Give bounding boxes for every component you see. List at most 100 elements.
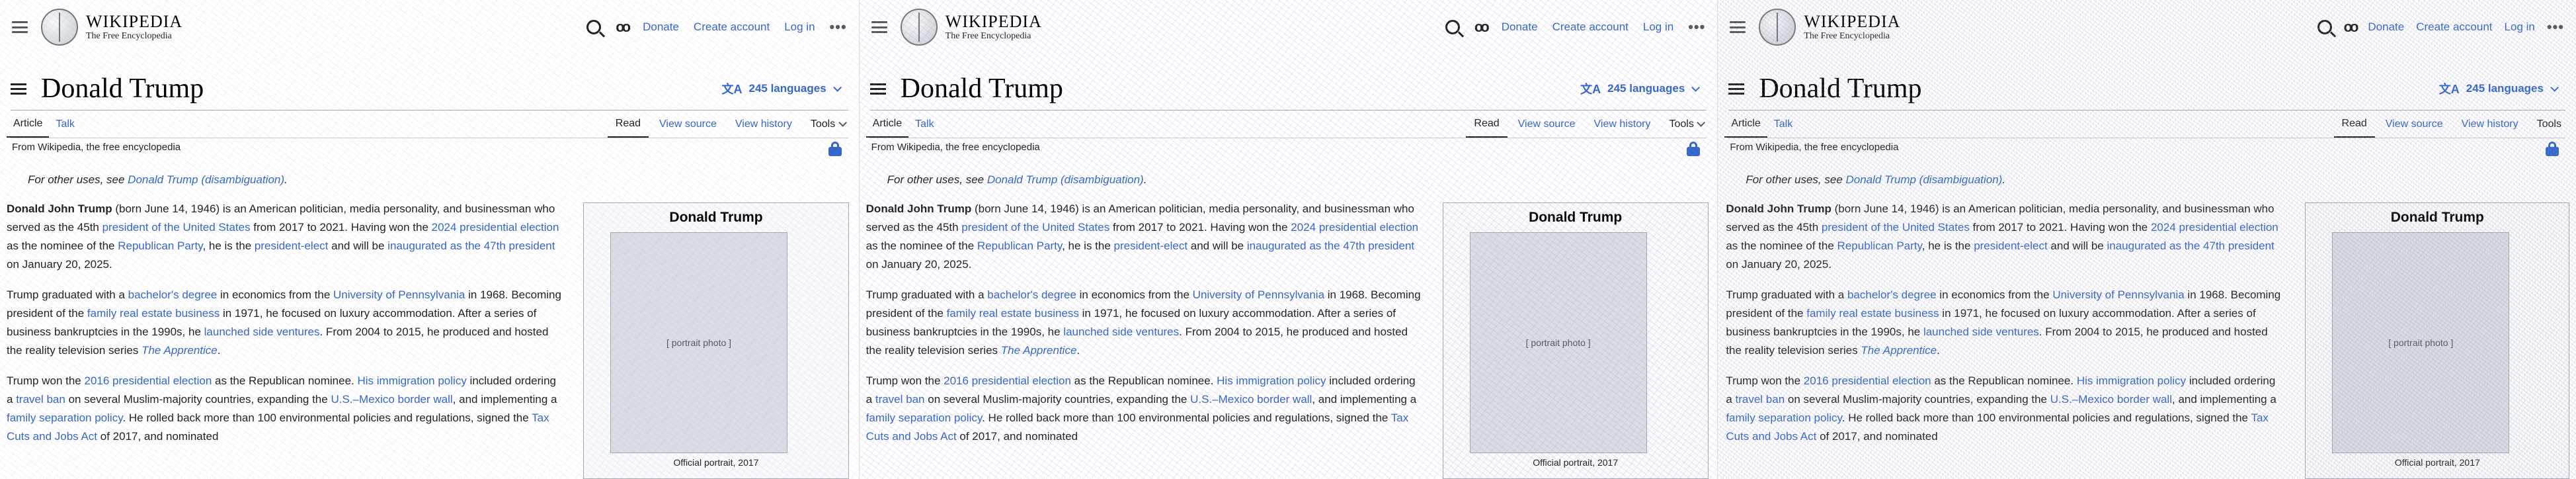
main-menu-icon[interactable]: [1730, 21, 1746, 33]
link-upenn[interactable]: University of Pennsylvania: [2052, 288, 2184, 301]
create-account-link[interactable]: Create account: [694, 21, 770, 34]
link-immigration-policy[interactable]: His immigration policy: [1217, 374, 1326, 387]
tab-view-history[interactable]: View history: [1586, 112, 1659, 137]
link-republican-party[interactable]: Republican Party: [1837, 240, 1922, 252]
link-the-apprentice[interactable]: The Apprentice: [1001, 344, 1077, 357]
link-president-elect[interactable]: president-elect: [1974, 240, 2048, 252]
wikipedia-globe-logo-icon[interactable]: [900, 9, 938, 46]
link-family-business[interactable]: family real estate business: [87, 307, 220, 320]
link-bachelors-degree[interactable]: bachelor's degree: [987, 288, 1076, 301]
link-the-apprentice[interactable]: The Apprentice: [1861, 344, 1937, 357]
portrait-image[interactable]: [ portrait photo ]: [610, 232, 787, 453]
link-republican-party[interactable]: Republican Party: [977, 240, 1062, 252]
tab-view-source[interactable]: View source: [651, 112, 725, 137]
language-button[interactable]: 文A 245 languages: [721, 80, 842, 97]
tab-read[interactable]: Read: [607, 111, 649, 138]
link-family-separation[interactable]: family separation policy: [866, 412, 982, 424]
login-link[interactable]: Log in: [1643, 21, 1673, 34]
link-family-business[interactable]: family real estate business: [1806, 307, 1939, 320]
tab-article[interactable]: Article: [7, 111, 50, 138]
search-icon[interactable]: [586, 20, 602, 34]
disambiguation-link[interactable]: Donald Trump (disambiguation): [987, 173, 1144, 186]
create-account-link[interactable]: Create account: [1552, 21, 1629, 34]
tab-read[interactable]: Read: [2333, 111, 2375, 138]
table-of-contents-icon[interactable]: [869, 83, 886, 95]
disambiguation-link[interactable]: Donald Trump (disambiguation): [128, 173, 284, 186]
donate-link[interactable]: Donate: [2368, 21, 2404, 34]
table-of-contents-icon[interactable]: [11, 83, 26, 95]
more-options-icon[interactable]: •••: [2547, 19, 2564, 36]
tab-article[interactable]: Article: [865, 111, 909, 138]
link-president-elect[interactable]: president-elect: [1114, 240, 1188, 252]
main-menu-icon[interactable]: [871, 21, 887, 33]
link-president-elect[interactable]: president-elect: [255, 240, 329, 252]
link-republican-party[interactable]: Republican Party: [118, 240, 202, 252]
link-travel-ban[interactable]: travel ban: [1736, 393, 1785, 406]
link-family-separation[interactable]: family separation policy: [7, 412, 122, 424]
link-2016-election[interactable]: 2016 presidential election: [944, 374, 1071, 387]
donate-link[interactable]: Donate: [643, 21, 679, 34]
tab-talk[interactable]: Talk: [49, 112, 81, 137]
link-bachelors-degree[interactable]: bachelor's degree: [1847, 288, 1937, 301]
language-button[interactable]: 文A 245 languages: [1580, 80, 1701, 97]
tools-menu[interactable]: Tools: [2529, 112, 2569, 137]
tools-menu[interactable]: Tools: [803, 112, 852, 137]
lock-icon[interactable]: [1687, 142, 1701, 156]
create-account-link[interactable]: Create account: [2416, 21, 2492, 34]
link-president-us[interactable]: president of the United States: [1822, 221, 1970, 234]
link-travel-ban[interactable]: travel ban: [16, 393, 65, 406]
link-2024-election[interactable]: 2024 presidential election: [2151, 221, 2278, 234]
search-icon[interactable]: [2317, 20, 2332, 34]
link-inauguration[interactable]: inaugurated as the 47th president: [2107, 240, 2274, 252]
lock-icon[interactable]: [2545, 142, 2559, 156]
wikipedia-wordmark[interactable]: WIKIPEDIA The Free Encyclopedia: [1804, 13, 1900, 42]
link-inauguration[interactable]: inaugurated as the 47th president: [1247, 240, 1414, 252]
link-side-ventures[interactable]: launched side ventures: [1923, 326, 2039, 338]
link-inauguration[interactable]: inaugurated as the 47th president: [387, 240, 555, 252]
wikipedia-globe-logo-icon[interactable]: [41, 9, 78, 46]
link-border-wall[interactable]: U.S.–Mexico border wall: [1190, 393, 1312, 406]
link-immigration-policy[interactable]: His immigration policy: [358, 374, 467, 387]
table-of-contents-icon[interactable]: [1728, 83, 1745, 95]
link-border-wall[interactable]: U.S.–Mexico border wall: [331, 393, 452, 406]
link-travel-ban[interactable]: travel ban: [875, 393, 925, 406]
wikipedia-wordmark[interactable]: WIKIPEDIA The Free Encyclopedia: [86, 13, 182, 42]
tab-view-history[interactable]: View history: [727, 112, 800, 137]
login-link[interactable]: Log in: [784, 21, 815, 34]
tab-talk[interactable]: Talk: [908, 112, 940, 137]
link-family-business[interactable]: family real estate business: [947, 307, 1079, 320]
link-2016-election[interactable]: 2016 presidential election: [84, 374, 212, 387]
tab-read[interactable]: Read: [1466, 111, 1508, 138]
tab-view-source[interactable]: View source: [1510, 112, 1584, 137]
more-options-icon[interactable]: •••: [1688, 19, 1705, 36]
portrait-image[interactable]: [ portrait photo ]: [2332, 232, 2510, 453]
tab-view-history[interactable]: View history: [2454, 112, 2526, 137]
link-2016-election[interactable]: 2016 presidential election: [1804, 374, 1931, 387]
appearance-glasses-icon[interactable]: oo: [1474, 19, 1490, 36]
link-2024-election[interactable]: 2024 presidential election: [432, 221, 559, 234]
link-bachelors-degree[interactable]: bachelor's degree: [128, 288, 218, 301]
link-president-us[interactable]: president of the United States: [102, 221, 251, 234]
search-icon[interactable]: [1445, 20, 1460, 34]
appearance-glasses-icon[interactable]: oo: [2344, 19, 2359, 36]
login-link[interactable]: Log in: [2505, 21, 2535, 34]
tab-talk[interactable]: Talk: [1767, 112, 1799, 137]
main-menu-icon[interactable]: [12, 21, 28, 33]
link-upenn[interactable]: University of Pennsylvania: [333, 288, 465, 301]
disambiguation-link[interactable]: Donald Trump (disambiguation): [1846, 173, 2003, 186]
wikipedia-globe-logo-icon[interactable]: [1759, 9, 1796, 46]
link-2024-election[interactable]: 2024 presidential election: [1291, 221, 1418, 234]
tab-article[interactable]: Article: [1724, 111, 1767, 138]
link-upenn[interactable]: University of Pennsylvania: [1193, 288, 1324, 301]
link-president-us[interactable]: president of the United States: [961, 221, 1109, 234]
link-immigration-policy[interactable]: His immigration policy: [2077, 374, 2186, 387]
wikipedia-wordmark[interactable]: WIKIPEDIA The Free Encyclopedia: [946, 13, 1042, 42]
tools-menu[interactable]: Tools: [1662, 112, 1711, 137]
donate-link[interactable]: Donate: [1502, 21, 1538, 34]
portrait-image[interactable]: [ portrait photo ]: [1469, 232, 1647, 453]
appearance-glasses-icon[interactable]: oo: [616, 19, 631, 36]
link-side-ventures[interactable]: launched side ventures: [204, 326, 320, 338]
lock-icon[interactable]: [828, 142, 842, 156]
link-the-apprentice[interactable]: The Apprentice: [141, 344, 218, 357]
link-family-separation[interactable]: family separation policy: [1726, 412, 1841, 424]
